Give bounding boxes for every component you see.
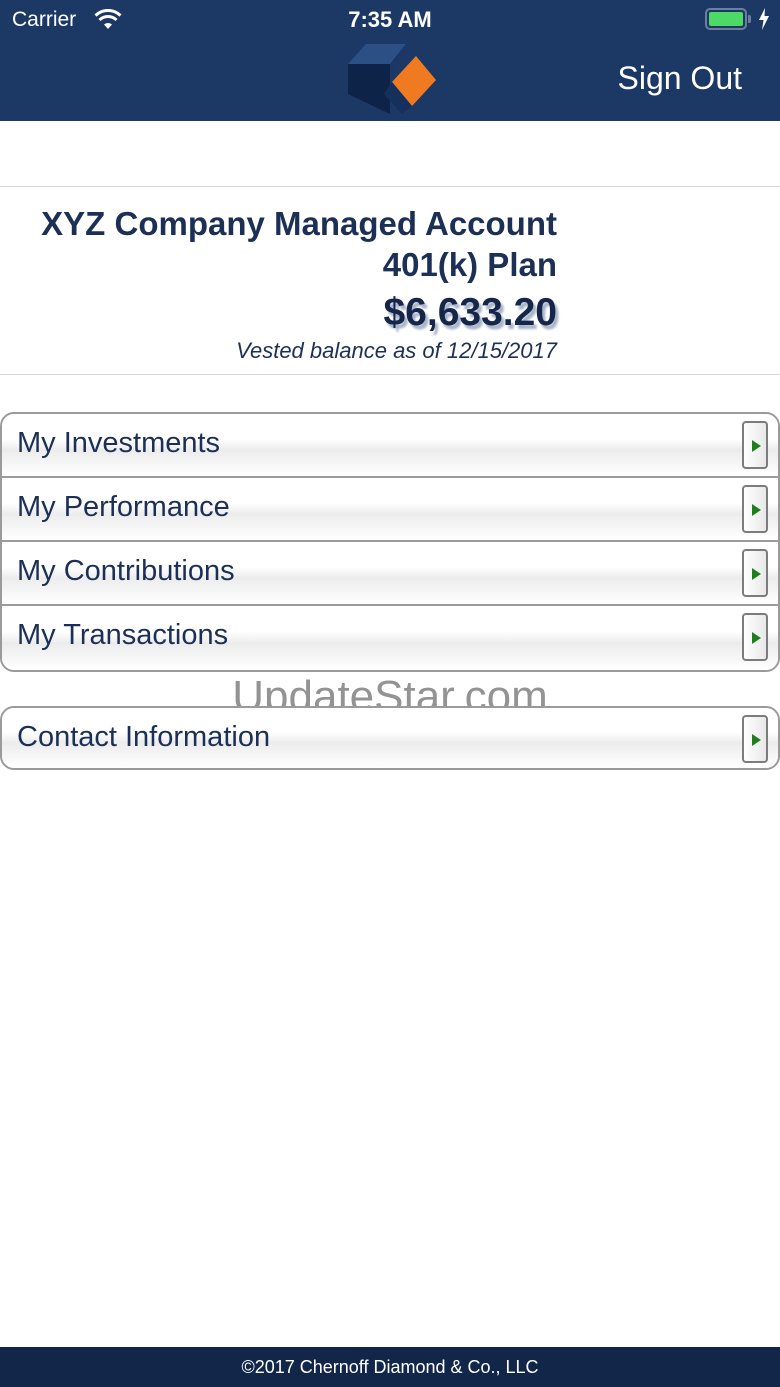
- chevron-right-icon: [742, 613, 768, 661]
- cube-logo: [344, 42, 438, 116]
- app-screen: Carrier 7:35 AM Sign Out XYZ Company Man…: [0, 0, 780, 1387]
- sign-out-button[interactable]: Sign Out: [617, 60, 742, 97]
- chevron-right-icon: [742, 549, 768, 597]
- menu-item-contact-information[interactable]: Contact Information: [2, 708, 778, 768]
- plan-name-line2: 401(k) Plan: [382, 246, 557, 283]
- menu-item-performance[interactable]: My Performance: [2, 478, 778, 542]
- plan-summary-text: XYZ Company Managed Account 401(k) Plan …: [0, 203, 557, 364]
- footer: ©2017 Chernoff Diamond & Co., LLC: [0, 1347, 780, 1387]
- lightning-icon: [758, 8, 770, 36]
- copyright-text: ©2017 Chernoff Diamond & Co., LLC: [241, 1357, 539, 1377]
- plan-summary: XYZ Company Managed Account 401(k) Plan …: [0, 187, 780, 375]
- menu-item-transactions[interactable]: My Transactions: [2, 606, 778, 670]
- chevron-right-icon: [742, 421, 768, 469]
- status-bar: Carrier 7:35 AM: [0, 0, 780, 40]
- account-menu: My Investments My Performance My Contrib…: [0, 412, 780, 672]
- menu-item-label: Contact Information: [17, 721, 271, 753]
- menu-item-label: My Performance: [17, 491, 230, 523]
- chevron-right-icon: [742, 485, 768, 533]
- menu-item-label: My Transactions: [17, 619, 229, 651]
- menu-item-label: My Contributions: [17, 555, 235, 587]
- balance-caption: Vested balance as of 12/15/2017: [236, 338, 557, 363]
- menu-item-investments[interactable]: My Investments: [2, 414, 778, 478]
- chevron-right-icon: [742, 715, 768, 763]
- contact-menu: Contact Information: [0, 706, 780, 770]
- navigation-bar: Carrier 7:35 AM Sign Out: [0, 0, 780, 121]
- battery-full-icon: [705, 8, 751, 30]
- vested-balance: $6,633.20: [383, 291, 557, 334]
- plan-name-line1: XYZ Company Managed Account: [41, 205, 557, 242]
- menu-item-label: My Investments: [17, 427, 221, 459]
- menu-item-contributions[interactable]: My Contributions: [2, 542, 778, 606]
- header-spacer: [0, 121, 780, 187]
- clock: 7:35 AM: [348, 7, 432, 32]
